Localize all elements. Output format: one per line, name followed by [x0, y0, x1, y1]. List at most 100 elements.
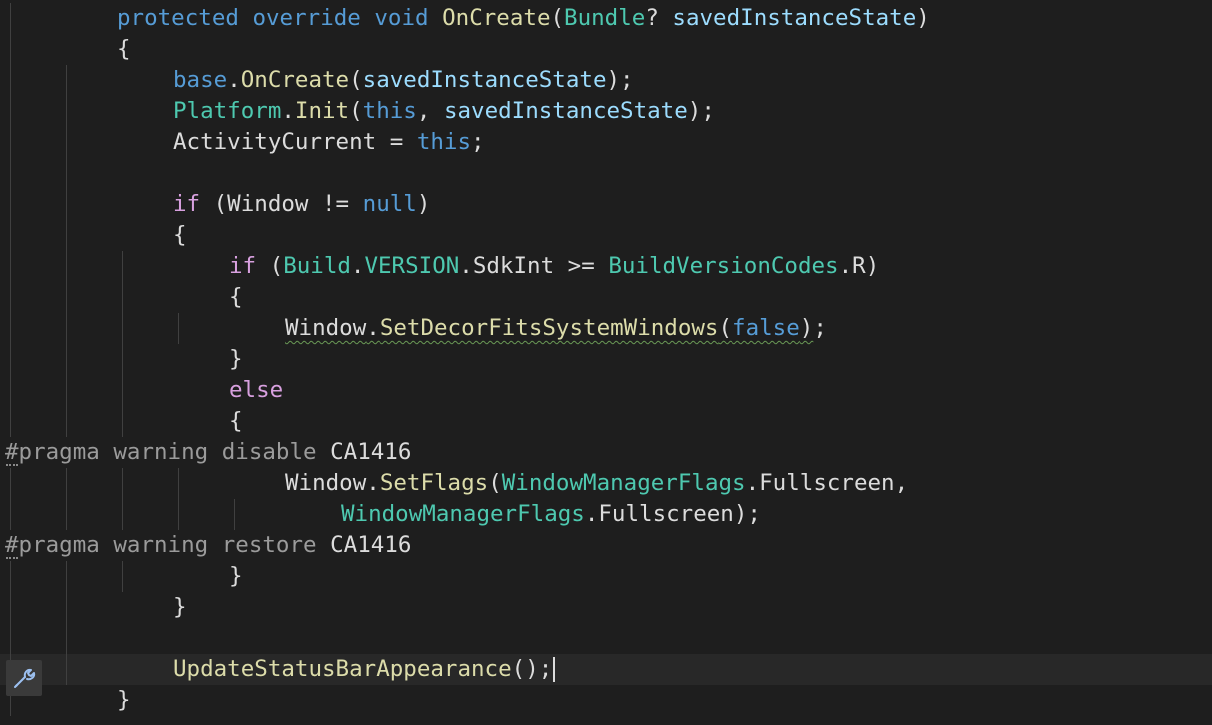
code-token: savedInstanceState: [672, 5, 917, 31]
code-token: OnCreate: [442, 5, 551, 31]
code-token: UpdateStatusBarAppearance: [173, 656, 512, 682]
text-caret: [553, 657, 556, 682]
code-line[interactable]: [0, 623, 1212, 654]
code-line[interactable]: WindowManagerFlags.Fullscreen);: [0, 499, 1212, 530]
code-token: ): [916, 5, 930, 31]
code-token: Build: [283, 253, 351, 279]
suggestion-dots[interactable]: [6, 461, 18, 466]
code-token: ();: [511, 656, 553, 682]
code-line[interactable]: [0, 158, 1212, 189]
indent-guide: [10, 65, 11, 96]
indent-guide: [10, 96, 11, 127]
code-token: OnCreate: [240, 67, 350, 93]
indent-guide: [10, 561, 11, 592]
code-text: if (Build.VERSION.SdkInt >= BuildVersion…: [229, 251, 879, 282]
code-line[interactable]: }: [0, 344, 1212, 375]
indent-guide: [66, 189, 67, 220]
code-line[interactable]: ActivityCurrent = this;: [0, 127, 1212, 158]
code-token: WindowManagerFlags: [341, 501, 585, 527]
code-text: {: [229, 406, 243, 437]
code-token: VERSION: [364, 253, 460, 279]
indent-guide: [10, 375, 11, 406]
indent-guide: [10, 344, 11, 375]
code-line[interactable]: if (Window != null): [0, 189, 1212, 220]
code-token: {: [229, 284, 243, 310]
code-token: .Fullscreen,: [745, 470, 909, 496]
code-token: WindowManagerFlags: [501, 470, 746, 496]
code-token: ): [799, 315, 814, 341]
code-text: }: [229, 344, 243, 375]
indent-guide: [10, 468, 11, 499]
indent-guide: [122, 282, 123, 313]
code-token: if: [229, 253, 257, 279]
code-token: (: [256, 253, 284, 279]
code-line[interactable]: {: [0, 34, 1212, 65]
code-text: else: [229, 375, 283, 406]
code-token: base: [173, 67, 228, 93]
indent-guide: [178, 313, 179, 344]
code-token: Init: [294, 98, 350, 124]
code-token: BuildVersionCodes: [608, 253, 839, 279]
code-token: (: [488, 470, 502, 496]
code-text: base.OnCreate(savedInstanceState);: [173, 65, 634, 96]
indent-guide: [66, 220, 67, 251]
code-text: }: [229, 561, 243, 592]
suggestion-dots[interactable]: [6, 554, 18, 559]
code-text: }: [117, 685, 131, 716]
code-token: null: [362, 191, 417, 217]
code-token: (Window !=: [200, 191, 363, 217]
code-line[interactable]: {: [0, 406, 1212, 437]
code-line[interactable]: Platform.Init(this, savedInstanceState);: [0, 96, 1212, 127]
code-token: .: [366, 470, 380, 496]
indent-guide: [66, 313, 67, 344]
indent-guide: [122, 406, 123, 437]
indent-guide: [66, 592, 67, 623]
code-token: =: [376, 129, 417, 155]
quick-actions-button[interactable]: [6, 660, 42, 696]
code-editor[interactable]: protected override void OnCreate(Bundle?…: [0, 0, 1212, 725]
code-line[interactable]: else: [0, 375, 1212, 406]
indent-guide: [10, 158, 11, 189]
indent-guide: [66, 375, 67, 406]
code-token: SetFlags: [379, 470, 489, 496]
code-token: .Fullscreen);: [584, 501, 761, 527]
indent-guide: [122, 468, 123, 499]
code-line[interactable]: {: [0, 220, 1212, 251]
code-line[interactable]: UpdateStatusBarAppearance();: [0, 654, 1212, 685]
code-line[interactable]: if (Build.VERSION.SdkInt >= BuildVersion…: [0, 251, 1212, 282]
code-token: (: [718, 315, 733, 341]
pragma-line[interactable]: #pragma warning disable CA1416: [0, 437, 1212, 468]
code-text: protected override void OnCreate(Bundle?…: [117, 3, 930, 34]
code-line[interactable]: }: [0, 592, 1212, 623]
code-line[interactable]: }: [0, 685, 1212, 716]
indent-guide: [66, 158, 67, 189]
indent-guide: [122, 313, 123, 344]
code-line[interactable]: {: [0, 282, 1212, 313]
indent-guide: [66, 499, 67, 530]
code-token: CA1416: [316, 439, 412, 465]
indent-guide: [10, 406, 11, 437]
code-token: {: [173, 222, 187, 248]
code-token: CA1416: [316, 532, 412, 558]
indent-guide: [10, 220, 11, 251]
code-line[interactable]: }: [0, 561, 1212, 592]
indent-guide: [66, 251, 67, 282]
code-token: savedInstanceState: [362, 67, 607, 93]
code-token: #pragma warning disable: [5, 439, 317, 465]
code-token: (: [349, 98, 363, 124]
code-line[interactable]: Window.SetDecorFitsSystemWindows(false);: [0, 313, 1212, 344]
indent-guide: [66, 127, 67, 158]
indent-guide: [66, 96, 67, 127]
indent-guide: [122, 375, 123, 406]
pragma-line[interactable]: #pragma warning restore CA1416: [0, 530, 1212, 561]
indent-guide: [122, 251, 123, 282]
code-line[interactable]: base.OnCreate(savedInstanceState);: [0, 65, 1212, 96]
code-token: {: [117, 36, 131, 62]
code-token: Window: [285, 315, 367, 341]
code-token: if: [173, 191, 201, 217]
code-line[interactable]: Window.SetFlags(WindowManagerFlags.Fulls…: [0, 468, 1212, 499]
code-line[interactable]: protected override void OnCreate(Bundle?…: [0, 3, 1212, 34]
